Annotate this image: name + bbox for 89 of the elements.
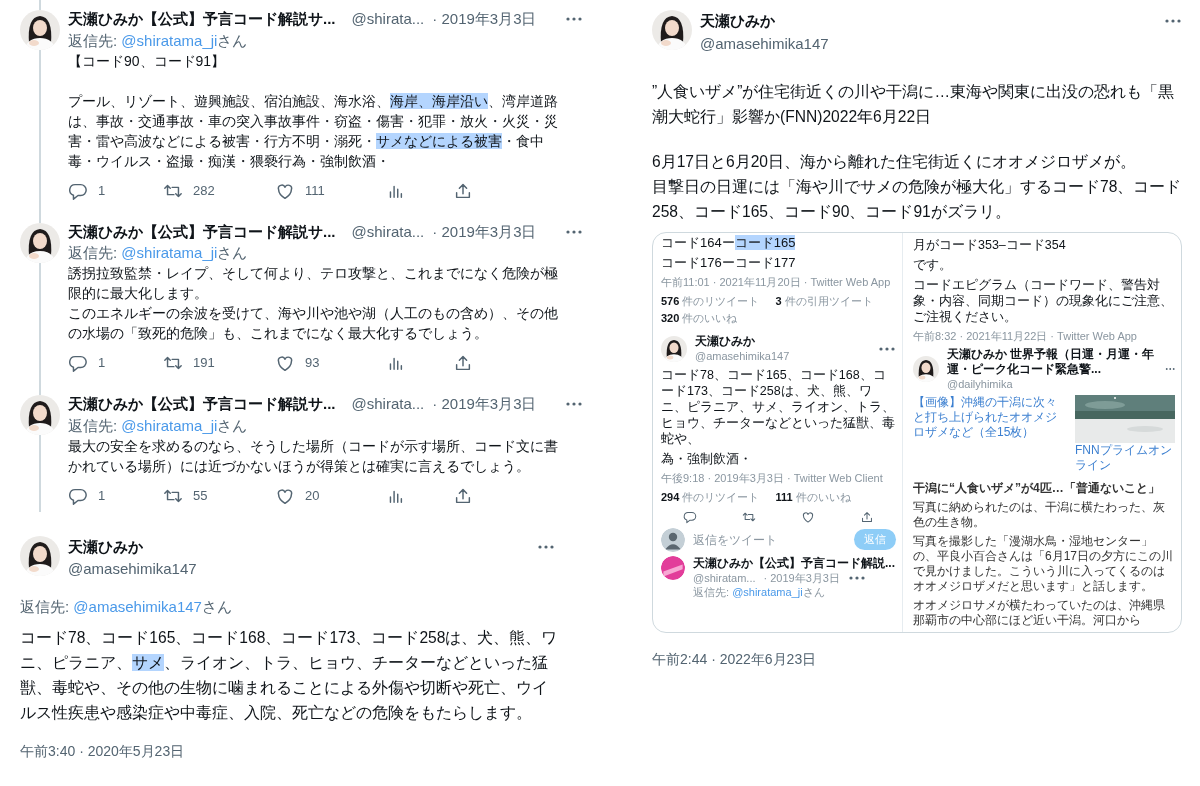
- retweet-count: 282: [193, 181, 215, 200]
- article-link[interactable]: 【画像】沖縄の干潟に次々と打ち上げられたオオメジロザメなど（全15枚）: [913, 395, 1067, 440]
- user-handle[interactable]: @amasehimika147: [68, 558, 537, 581]
- article-text: オオメジロサメが横たわっていたのは、沖縄県那覇市の中心部にほど近い干潟。河口から: [913, 598, 1166, 628]
- tweet-text: ”人食いザメ”が住宅街近くの川や干潟に…東海や関東に出没の恐れも「黒潮大蛇行」影響か(FNN)2022年6月22日: [652, 82, 1175, 127]
- tweet-meta: 午前8:32 · 2021年11月22日 · Twitter Web App: [913, 329, 1138, 343]
- display-name[interactable]: 天瀬ひみか【公式】予言コード解説サ...: [68, 220, 336, 243]
- tweet-meta: 午前11:01 · 2021年11月20日 · Twitter Web App: [661, 275, 892, 289]
- tweet-meta: 午後9:18 · 2019年3月3日 · Twitter Web Client: [661, 471, 884, 485]
- reply-to-text: 返信先: @shiratama_jiさん: [68, 30, 249, 51]
- reply-to-text: 返信先: @amasehimika147さん: [20, 596, 233, 617]
- more-icon[interactable]: [1164, 366, 1175, 372]
- share-icon[interactable]: [453, 353, 473, 373]
- user-handle: @dailyhimika: [947, 377, 1014, 391]
- stat-text: 320 件のいいね: [661, 310, 738, 326]
- more-icon[interactable]: [878, 345, 896, 352]
- more-icon[interactable]: [564, 16, 583, 23]
- display-name: 天瀬ひみか【公式】予言コード解説...: [693, 555, 896, 571]
- avatar: [652, 10, 692, 50]
- display-name[interactable]: 天瀬ひみか: [700, 10, 1164, 33]
- stat-text: 576 件のリツイート: [661, 294, 760, 309]
- more-icon[interactable]: [537, 543, 555, 550]
- more-icon[interactable]: [847, 574, 866, 581]
- like-count: 93: [305, 354, 320, 373]
- user-handle: @amasehimika147: [695, 349, 791, 363]
- tweet-text: このエネルギーの余波を受けて、海や川や池や湖（人工のもの含め）、その他の水場の「致死的危険」も、これまでになく最大化するでしょう。: [68, 304, 558, 343]
- tweet-text: コード78、コード165、コード168、コード173、コード258は、犬、熊、ワニ、ピラニア、サメ、ライオン、トラ、ヒョウ、チーターなどといった猛獣、毒蛇や、: [661, 367, 896, 447]
- avatar: [661, 555, 685, 580]
- source-link[interactable]: FNNプライムオンライン: [1075, 443, 1175, 473]
- more-icon[interactable]: [564, 228, 583, 235]
- stat-text: 111 件のいいね: [775, 490, 851, 505]
- heart-icon[interactable]: [275, 353, 295, 373]
- code-line: コード176ーコード177: [661, 255, 797, 271]
- reply-count: 1: [98, 181, 106, 200]
- reply-icon[interactable]: [683, 509, 698, 524]
- code-line: コード164ー コード165: [661, 235, 797, 251]
- reply-to-text: 返信先: @shiratama_jiさん: [68, 415, 249, 436]
- display-name: 天瀬ひみか: [695, 334, 756, 349]
- article-text: 写真を撮影した「漫湖水鳥・湿地センター」の、平良小百合さんは「6月17日の夕方にこの川で見かけました。こういう川に入ってくるのはオオメジロザメだと思います」と話します。: [913, 534, 1175, 594]
- avatar: [661, 335, 687, 362]
- retweet-count: 191: [193, 354, 215, 373]
- tweet-date[interactable]: · 2019年3月3日: [432, 220, 537, 243]
- user-handle[interactable]: @shirata...: [351, 393, 425, 416]
- article-text: 写真に納められたのは、干潟に横たわった、灰色の生き物。: [913, 500, 1166, 530]
- reply-to-text: 返信先: @shiratama_jiさん: [693, 584, 826, 599]
- avatar: [661, 527, 685, 552]
- reply-to-text: 返信先: @shiratama_jiさん: [68, 243, 249, 263]
- display-name[interactable]: 天瀬ひみか【公式】予言コード解説サ...: [68, 8, 336, 31]
- display-name: 天瀬ひみか 世界予報（日運・月運・年運・ピーク化コード緊急警...: [947, 347, 1156, 377]
- tweet-text: 6月17日と6月20日、海から離れた住宅街近くにオオメジロザメが。: [652, 152, 1138, 172]
- tweet-text: 誘拐拉致監禁・レイプ、そして何より、テロ攻撃と、これまでになく危険が極限的に最大化します。: [68, 264, 558, 303]
- tweet-text: です。: [913, 257, 953, 273]
- tweet-text: プール、リゾート、遊興施設、宿泊施設、海水浴、海岸、海岸沿い、湾岸道路は、事故・交通事故・車の突入事故事件・窃盗・傷害・犯罪・放火・火災・災害・雷や高波などによる被害・行方不明・溺死・サメなどによる被害・食中毒・ウイルス・盗撮・痴漢・猥褻行為・強制飲酒・: [68, 91, 558, 171]
- reply-icon[interactable]: [68, 353, 88, 373]
- tweet-text: コード78、コード165、コード168、コード173、コード258は、犬、熊、ワニ、ピラニア、サメ、ライオン、トラ、ヒョウ、チーターなどといった猛獣、毒蛇や、その他の生物に噛まれることによる外傷や切断や死亡、ウイルス性疾患や感染症や中毒症、入院、死亡などの危険をもたらします。: [20, 627, 559, 723]
- heart-icon[interactable]: [800, 509, 815, 524]
- tweet-date[interactable]: · 2019年3月3日: [432, 8, 537, 31]
- tweet-text: 目撃日の日運には「海や川でサメの危険が極大化」するコード78、コード258、コード165、コード90、コード91がズラリ。: [652, 177, 1183, 222]
- tweet-timestamp[interactable]: 午前2:44 · 2022年6月23日: [652, 649, 1200, 670]
- like-count: 20: [305, 486, 320, 505]
- stat-text: 3 件の引用ツイート: [775, 294, 873, 309]
- avatar: [20, 535, 60, 576]
- user-handle[interactable]: @amasehimika147: [700, 32, 1164, 55]
- avatar: [913, 356, 939, 382]
- user-handle: @shiratam...: [693, 570, 756, 585]
- more-icon[interactable]: [1164, 18, 1182, 24]
- reply-count: 1: [98, 354, 106, 373]
- display-name[interactable]: 天瀬ひみか【公式】予言コード解説サ...: [68, 393, 336, 416]
- avatar: [20, 395, 60, 435]
- tweet-text: 為・強制飲酒・: [661, 451, 753, 467]
- tweet-text: 最大の安全を求めるのなら、そうした場所（コードが示す場所、コード文に書かれている場所）には近づかないほうが得策とは確実に言えるでしょう。: [68, 436, 558, 476]
- like-count: 111: [305, 181, 325, 200]
- retweet-count: 55: [193, 486, 208, 505]
- more-icon[interactable]: [564, 401, 583, 408]
- avatar: [20, 222, 60, 263]
- tweet-text: 【コード90、コード91】: [68, 51, 227, 71]
- user-handle[interactable]: @shirata...: [351, 220, 425, 243]
- display-name[interactable]: 天瀬ひみか: [68, 535, 537, 558]
- avatar: [20, 10, 60, 50]
- tweet-text: 月がコード353–コード354: [913, 237, 1067, 253]
- tweet-text: コードエピグラム（コードワード、警告対象・内容、同期コード）の現象化にご注意、ご注視ください。: [913, 277, 1174, 325]
- reply-count: 1: [98, 486, 106, 505]
- tweet-date[interactable]: · 2019年3月3日: [432, 393, 537, 416]
- article-heading: 干潟に“人食いザメ”が4匹…「普通ないこと」: [913, 481, 1161, 496]
- share-icon[interactable]: [859, 509, 874, 524]
- tweet-timestamp[interactable]: 午前3:40 · 2020年5月23日: [20, 740, 600, 762]
- user-handle[interactable]: @shirata...: [351, 8, 425, 31]
- stat-text: 294 件のリツイート: [661, 490, 760, 505]
- tweet-date: · 2019年3月3日: [763, 570, 840, 585]
